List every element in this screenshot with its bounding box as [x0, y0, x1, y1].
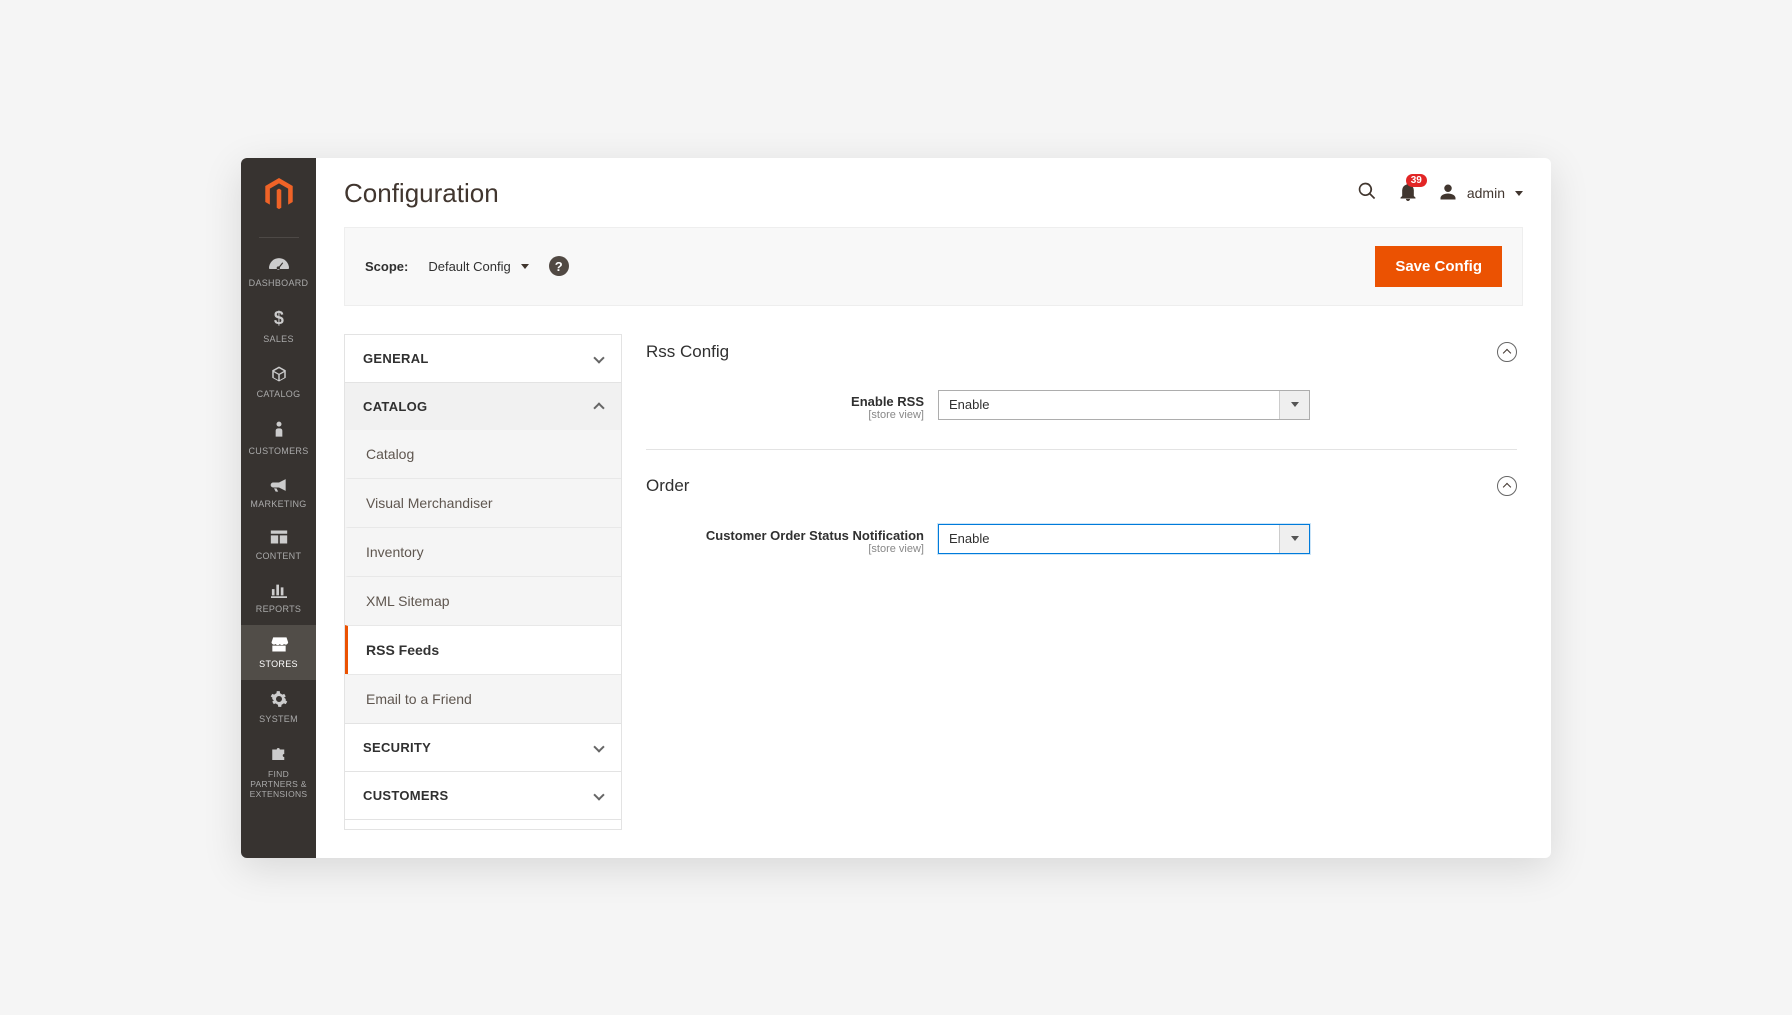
gear-icon — [270, 690, 288, 710]
bar-chart-icon — [270, 582, 288, 600]
scope-value: Default Config — [428, 259, 510, 274]
sidebar-item-sales[interactable]: $ Sales — [241, 298, 316, 355]
field-enable-rss: Enable RSS [store view] Enable — [646, 390, 1517, 421]
config-main: Rss Config Enable RSS [store view] Enabl… — [646, 334, 1523, 830]
sidebar-item-partners[interactable]: Find Partners & Extensions — [241, 735, 316, 810]
nav-subitem-rss-feeds[interactable]: RSS Feeds — [345, 625, 621, 674]
nav-section-customers[interactable]: Customers — [345, 772, 621, 820]
select-value: Enable — [939, 391, 1279, 419]
user-icon — [1439, 183, 1457, 204]
collapse-toggle-icon[interactable] — [1497, 476, 1517, 496]
page-header: Configuration 39 admin — [316, 158, 1551, 227]
sidebar-item-label: Find Partners & Extensions — [245, 769, 312, 800]
sidebar-item-label: Reports — [256, 604, 301, 615]
nav-subitem-visual-merchandiser[interactable]: Visual Merchandiser — [345, 478, 621, 527]
chevron-down-icon — [521, 264, 529, 269]
nav-section-label: Customers — [363, 788, 449, 803]
box-icon — [270, 365, 288, 385]
scope-bar: Scope: Default Config ? Save Config — [344, 227, 1523, 306]
layout-icon — [270, 529, 288, 547]
field-label: Customer Order Status Notification — [646, 528, 924, 543]
nav-section-general[interactable]: General — [345, 335, 621, 383]
svg-text:$: $ — [273, 308, 283, 328]
content-area: General Catalog Catalog Visual Merchandi… — [316, 306, 1551, 858]
notifications-icon[interactable]: 39 — [1399, 181, 1417, 206]
nav-section-label: General — [363, 351, 429, 366]
nav-section-security[interactable]: Security — [345, 724, 621, 772]
sidebar-item-label: Stores — [259, 659, 298, 670]
chevron-down-icon — [1279, 391, 1309, 419]
nav-section-catalog: Catalog Catalog Visual Merchandiser Inve… — [345, 383, 621, 724]
sidebar-item-dashboard[interactable]: Dashboard — [241, 246, 316, 299]
section-order: Order Customer Order Status Notification… — [646, 468, 1517, 583]
search-icon[interactable] — [1357, 181, 1377, 206]
app-window: Dashboard $ Sales Catalog Customers Mark… — [241, 158, 1551, 858]
chevron-down-icon — [1279, 525, 1309, 553]
notifications-count: 39 — [1406, 174, 1427, 187]
sidebar-item-label: Dashboard — [249, 278, 309, 289]
field-scope: [store view] — [646, 543, 924, 555]
section-rss-config: Rss Config Enable RSS [store view] Enabl… — [646, 334, 1517, 450]
magento-logo-icon[interactable] — [265, 170, 293, 223]
megaphone-icon — [269, 477, 289, 495]
chevron-down-icon — [593, 741, 604, 752]
collapse-toggle-icon[interactable] — [1497, 342, 1517, 362]
chevron-down-icon — [593, 789, 604, 800]
user-menu[interactable]: admin — [1439, 183, 1523, 204]
sidebar-item-catalog[interactable]: Catalog — [241, 355, 316, 410]
puzzle-icon — [270, 745, 288, 765]
header-actions: 39 admin — [1357, 181, 1523, 206]
sidebar-item-reports[interactable]: Reports — [241, 572, 316, 625]
sidebar-item-label: Marketing — [250, 499, 306, 510]
admin-sidebar: Dashboard $ Sales Catalog Customers Mark… — [241, 158, 316, 858]
sidebar-item-system[interactable]: System — [241, 680, 316, 735]
nav-subitem-inventory[interactable]: Inventory — [345, 527, 621, 576]
chevron-up-icon — [593, 402, 604, 413]
nav-section-catalog-header[interactable]: Catalog — [345, 383, 621, 430]
sidebar-item-label: System — [259, 714, 298, 725]
field-order-status-notification: Customer Order Status Notification [stor… — [646, 524, 1517, 555]
chevron-down-icon — [1515, 191, 1523, 196]
sidebar-item-content[interactable]: Content — [241, 519, 316, 572]
page-title: Configuration — [344, 178, 499, 209]
order-status-notification-select[interactable]: Enable — [938, 524, 1310, 554]
save-config-button[interactable]: Save Config — [1375, 246, 1502, 287]
sidebar-item-label: Sales — [263, 334, 294, 345]
section-title: Order — [646, 476, 689, 496]
nav-subitem-email-friend[interactable]: Email to a Friend — [345, 674, 621, 723]
nav-subitem-catalog[interactable]: Catalog — [345, 430, 621, 478]
sidebar-item-label: Customers — [248, 446, 308, 457]
store-icon — [269, 635, 289, 655]
section-title: Rss Config — [646, 342, 729, 362]
main-area: Configuration 39 admin — [316, 158, 1551, 858]
field-scope: [store view] — [646, 409, 924, 421]
nav-subitem-xml-sitemap[interactable]: XML Sitemap — [345, 576, 621, 625]
config-nav: General Catalog Catalog Visual Merchandi… — [344, 334, 622, 830]
section-header-order[interactable]: Order — [646, 468, 1517, 516]
field-label: Enable RSS — [646, 394, 924, 409]
sidebar-divider — [259, 237, 299, 238]
chevron-down-icon — [593, 352, 604, 363]
person-icon — [272, 420, 286, 442]
sidebar-item-label: Catalog — [257, 389, 301, 400]
enable-rss-select[interactable]: Enable — [938, 390, 1310, 420]
sidebar-item-marketing[interactable]: Marketing — [241, 467, 316, 520]
sidebar-item-stores[interactable]: Stores — [241, 625, 316, 680]
select-value: Enable — [939, 525, 1279, 553]
dollar-icon: $ — [272, 308, 286, 330]
scope-label: Scope: — [365, 259, 408, 274]
sidebar-item-customers[interactable]: Customers — [241, 410, 316, 467]
help-icon[interactable]: ? — [549, 256, 569, 276]
gauge-icon — [269, 256, 289, 274]
section-header-rss[interactable]: Rss Config — [646, 334, 1517, 382]
nav-section-label: Catalog — [363, 399, 427, 414]
nav-section-label: Security — [363, 740, 431, 755]
scope-selector[interactable]: Default Config — [428, 259, 528, 274]
sidebar-item-label: Content — [256, 551, 302, 562]
username: admin — [1467, 185, 1505, 201]
